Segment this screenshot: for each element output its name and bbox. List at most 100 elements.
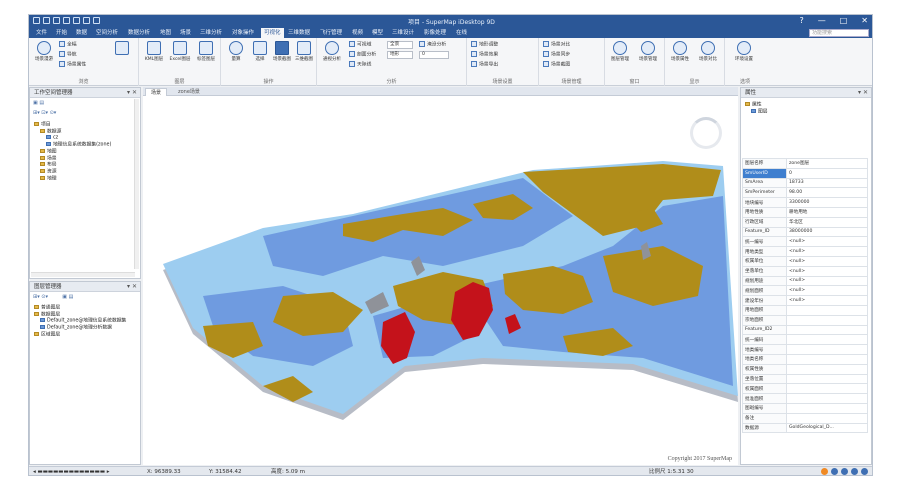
doc-tab-zone-scene[interactable]: zone场景	[173, 88, 205, 96]
full-extent-button[interactable]: 全幅	[59, 41, 77, 49]
ime-icon[interactable]	[821, 468, 828, 475]
menu-tab-video[interactable]: 视频	[349, 28, 366, 38]
layer-tree-item[interactable]: 区域图层	[34, 331, 126, 339]
layer-tree-item[interactable]: 数据图层	[34, 311, 126, 319]
property-row[interactable]: 建设年份 <null>	[742, 295, 868, 306]
property-row[interactable]: Feature_ID2	[742, 324, 868, 336]
menu-tab-spatial-analysis[interactable]: 空间分析	[93, 28, 121, 38]
property-value[interactable]: <null>	[786, 285, 868, 297]
property-row[interactable]: 地块编号 3300000	[742, 197, 868, 208]
property-value[interactable]: 华北区	[786, 216, 868, 228]
environment-settings-button[interactable]: 环境设置	[731, 41, 757, 71]
label-layer-button[interactable]: 标签图层	[193, 41, 219, 71]
workspace-vscrollbar[interactable]	[134, 99, 139, 269]
layer-manager-button[interactable]: 图层管理	[607, 41, 633, 71]
menu-tab-map[interactable]: 地图	[157, 28, 174, 38]
menu-tab-visualization[interactable]: 可视化	[261, 28, 284, 38]
property-value[interactable]: <null>	[786, 295, 868, 306]
feature-search-input[interactable]: 功能搜索	[809, 29, 869, 37]
property-row[interactable]: 地类编号	[742, 344, 868, 355]
property-row[interactable]: Feature_ID 38000000	[742, 226, 868, 238]
scene-screenshot-button[interactable]: 场景截图	[543, 61, 570, 69]
property-value[interactable]: zone图层	[786, 158, 868, 169]
property-row[interactable]: 坐落位置	[742, 373, 868, 385]
property-row[interactable]: 用地面积	[742, 304, 868, 316]
property-value[interactable]: 3300000	[786, 197, 868, 208]
property-row[interactable]: 用地类型 <null>	[742, 246, 868, 257]
menu-tab-object-operation[interactable]: 对象操作	[229, 28, 257, 38]
property-value[interactable]: 18733	[786, 177, 868, 189]
property-value[interactable]	[786, 344, 868, 355]
scene-sync-button[interactable]: 场景同步	[543, 51, 570, 59]
menu-tab-3d-analysis[interactable]: 三维分析	[197, 28, 225, 38]
workspace-tree-item[interactable]: cz	[34, 135, 111, 142]
property-value[interactable]: <null>	[786, 246, 868, 257]
property-value[interactable]: <null>	[786, 275, 868, 287]
workspace-tree-item[interactable]: 地理信息系统数据集(zone)	[34, 142, 111, 149]
profile-button[interactable]: 剖面分析	[349, 51, 376, 59]
property-value[interactable]: 98.00	[786, 187, 868, 199]
property-row[interactable]: 行政区域 华北区	[742, 216, 868, 228]
property-value[interactable]: <null>	[786, 265, 868, 277]
property-value[interactable]	[786, 363, 868, 375]
menu-tab-file[interactable]: 文件	[33, 28, 50, 38]
property-row[interactable]: 用地性质 耕地用地	[742, 206, 868, 218]
scene-effect-button[interactable]: 场景效果	[471, 51, 498, 59]
panel-pin-close[interactable]: ▾ ✕	[127, 282, 137, 292]
property-row[interactable]: 地类名称	[742, 353, 868, 365]
network-icon[interactable]	[831, 468, 838, 475]
workspace-tree-item[interactable]: 地理	[34, 175, 111, 183]
property-row[interactable]: 规划面积 <null>	[742, 285, 868, 297]
property-row[interactable]: 宗地面积	[742, 314, 868, 326]
terrain-adjust-button[interactable]: 地形调整	[471, 41, 498, 49]
property-row[interactable]: 权属单位 <null>	[742, 255, 868, 267]
workspace-tree-item[interactable]: 资源	[34, 168, 111, 176]
close-button[interactable]: ✕	[861, 16, 868, 25]
property-row[interactable]: 批准面积	[742, 393, 868, 404]
property-value[interactable]	[786, 383, 868, 395]
terrain-select[interactable]: 地形	[387, 51, 413, 59]
excel-layer-button[interactable]: Excel图层	[167, 41, 193, 71]
property-row[interactable]: 数据源 GoldGeological_D...	[742, 422, 868, 434]
menu-tab-flight[interactable]: 飞行管理	[317, 28, 345, 38]
keyboard-icon[interactable]	[861, 468, 868, 475]
scene-properties-button[interactable]: 场景属性	[667, 41, 693, 71]
menu-tab-image-processing[interactable]: 影像处理	[421, 28, 449, 38]
property-value[interactable]	[786, 393, 868, 404]
layer-tree-item[interactable]: Default_zone@地理分析数据	[34, 325, 126, 332]
layer-tree-item[interactable]: Default_zone@地理信息系统数据集	[34, 318, 126, 325]
workspace-tree-item[interactable]: 数据源	[34, 128, 111, 136]
menu-tab-online[interactable]: 在线	[453, 28, 470, 38]
property-value[interactable]: 0	[786, 167, 868, 179]
property-value[interactable]	[786, 402, 868, 414]
property-row[interactable]: 权属性质	[742, 363, 868, 375]
property-row[interactable]: 权属面积	[742, 383, 868, 395]
workspace-filter-toolbar[interactable]: ⊞▾ ⊡▾ ⊙▾	[33, 110, 56, 118]
property-value[interactable]	[786, 304, 868, 316]
scene-properties-small-button[interactable]: 场景属性	[59, 61, 86, 69]
layer-toolbar[interactable]: ⊞▾ ⊙▾ ▣ ▤	[33, 294, 73, 302]
properties-tree-root[interactable]: 属性	[745, 102, 768, 109]
help-button[interactable]: ?	[799, 16, 803, 25]
menu-tab-3d-design[interactable]: 三维设计	[389, 28, 417, 38]
property-value[interactable]	[786, 412, 868, 424]
settings-icon[interactable]	[851, 468, 858, 475]
property-value[interactable]	[786, 324, 868, 336]
property-row[interactable]: 图层名称 zone图层	[742, 158, 868, 169]
kml-layer-button[interactable]: KML图层	[141, 41, 167, 71]
menu-tab-scene[interactable]: 场景	[177, 28, 194, 38]
flood-analysis-button[interactable]: 淹没分析	[419, 41, 446, 49]
menu-tab-data[interactable]: 数据	[73, 28, 90, 38]
property-value[interactable]: 38000000	[786, 226, 868, 238]
scene-export-button[interactable]: 场景导出	[471, 61, 498, 69]
menu-tab-3d-data[interactable]: 三维数据	[285, 28, 313, 38]
scene-manager-button[interactable]: 场景管理	[635, 41, 661, 71]
3d-capture-button[interactable]: 三维截图	[291, 41, 317, 71]
property-value[interactable]: 耕地用地	[786, 206, 868, 218]
property-value[interactable]	[786, 314, 868, 326]
panel-pin-close[interactable]: ▾ ✕	[858, 88, 868, 98]
property-row[interactable]: 图斑编号	[742, 402, 868, 414]
property-row[interactable]: 备注	[742, 412, 868, 424]
workspace-toolbar[interactable]: ▣ ▤	[33, 100, 44, 108]
navigation-button[interactable]: 导航	[59, 51, 77, 59]
